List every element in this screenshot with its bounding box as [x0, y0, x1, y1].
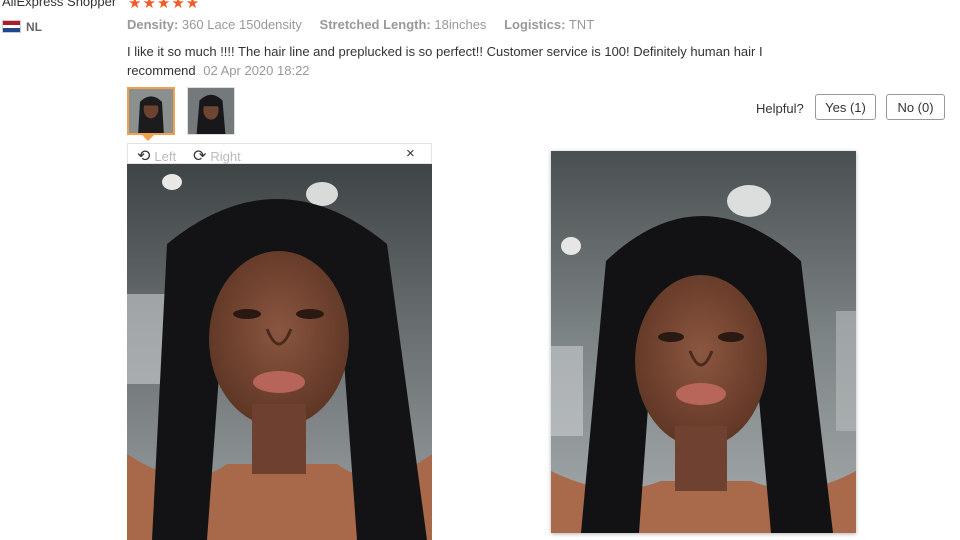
attr-length-key: Stretched Length:	[319, 17, 431, 32]
active-thumbnail-caret	[142, 135, 154, 141]
rotate-left-button[interactable]: ⟲ Left	[137, 146, 176, 166]
attr-logistics-key: Logistics:	[504, 17, 566, 32]
rotate-right-label: Right	[210, 149, 241, 164]
attr-logistics-value: TNT	[568, 17, 595, 32]
attr-density-value: 360 Lace 150density	[181, 17, 302, 32]
reviewer-name: AliExpress Shopper	[2, 0, 117, 9]
review-photo-large-2	[551, 151, 856, 533]
rotate-left-label: Left	[154, 149, 177, 164]
thumbnail-1-image	[129, 89, 173, 133]
review-date: 02 Apr 2020 18:22	[203, 63, 310, 78]
helpful-no-button[interactable]: No (0)	[886, 94, 945, 120]
rating-stars: ★★★★★	[128, 0, 201, 12]
helpful-label: Helpful?	[756, 101, 804, 116]
rotate-left-icon: ⟲	[137, 148, 151, 165]
review-photo-large-1	[127, 164, 432, 540]
rotate-right-icon: ⟳	[193, 148, 207, 165]
attr-length-value: 18inches	[434, 17, 487, 32]
rotate-right-button[interactable]: ⟳ Right	[193, 146, 241, 166]
review-photo-thumbnail-1[interactable]	[127, 87, 175, 135]
product-attributes: Density: 360 Lace 150density Stretched L…	[127, 17, 608, 32]
reviewer-country: NL	[26, 20, 42, 34]
thumbnail-2-image	[188, 88, 234, 134]
review-photo-thumbnail-2[interactable]	[187, 87, 235, 135]
attr-density-key: Density:	[127, 17, 179, 32]
netherlands-flag-icon	[2, 20, 21, 33]
close-viewer-icon[interactable]: ×	[406, 145, 415, 162]
review-body: I like it so much !!!! The hair line and…	[127, 42, 827, 80]
helpful-yes-button[interactable]: Yes (1)	[815, 94, 876, 120]
